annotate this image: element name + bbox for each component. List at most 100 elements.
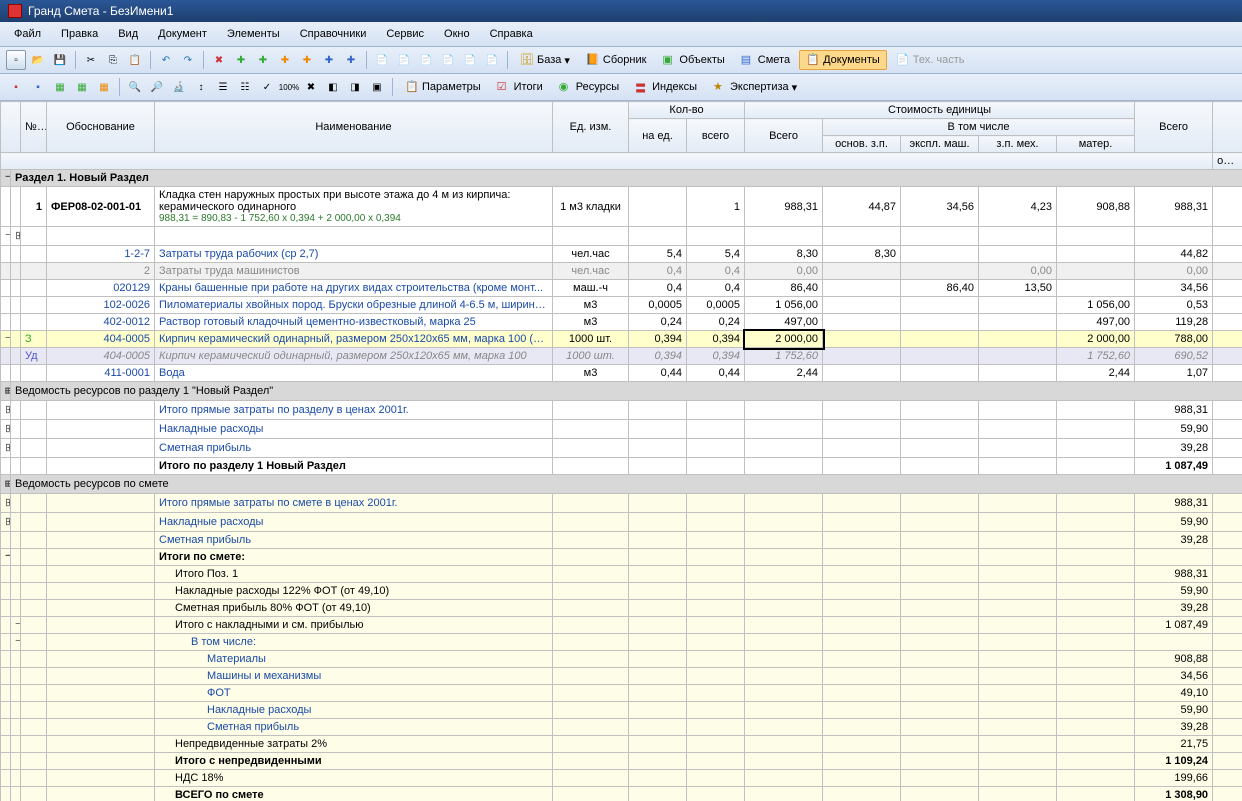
redo-icon[interactable]: ↷ xyxy=(178,50,198,70)
paste-icon[interactable]: 📋 xyxy=(125,50,145,70)
hdr-zp: з.п. мех. xyxy=(979,136,1057,153)
t12-icon[interactable]: ✓ xyxy=(257,77,277,97)
table-row[interactable]: Накладные расходы 122% ФОТ (от 49,10)59,… xyxy=(1,583,1242,600)
add-green-icon[interactable]: ✚ xyxy=(231,50,251,70)
table-row[interactable]: Материалы908,88 xyxy=(1,651,1242,668)
t4-icon[interactable]: ▦ xyxy=(72,77,92,97)
t11-icon[interactable]: ☷ xyxy=(235,77,255,97)
t16-icon[interactable]: ◨ xyxy=(345,77,365,97)
copy-icon[interactable]: ⎘ xyxy=(103,50,123,70)
new-icon[interactable]: ▫ xyxy=(6,50,26,70)
table-row[interactable]: НДС 18%199,66 xyxy=(1,770,1242,787)
table-row[interactable]: −Раздел 1. Новый Раздел xyxy=(1,170,1242,187)
undo-icon[interactable]: ↶ xyxy=(156,50,176,70)
menu-файл[interactable]: Файл xyxy=(6,25,49,43)
menu-сервис[interactable]: Сервис xyxy=(378,25,432,43)
menu-правка[interactable]: Правка xyxy=(53,25,106,43)
add-green2-icon[interactable]: ✚ xyxy=(253,50,273,70)
tech-button[interactable]: 📄Тех. часть xyxy=(889,50,972,70)
t10-icon[interactable]: ☰ xyxy=(213,77,233,97)
delete-icon[interactable]: ✖ xyxy=(209,50,229,70)
table-row[interactable]: Накладные расходы59,90 xyxy=(1,702,1242,719)
t7-icon[interactable]: 🔎 xyxy=(147,77,167,97)
t5-icon[interactable]: ▦ xyxy=(94,77,114,97)
table-row[interactable]: 020129Краны башенные при работе на други… xyxy=(1,280,1242,297)
table-row[interactable]: −⊞ xyxy=(1,227,1242,246)
table-row[interactable]: Непредвиденные затраты 2%21,75 xyxy=(1,736,1242,753)
table-row[interactable]: ⊞Ведомость ресурсов по смете xyxy=(1,475,1242,494)
doc3-icon[interactable]: 📄 xyxy=(416,50,436,70)
menu-bar: ФайлПравкаВидДокументЭлементыСправочники… xyxy=(0,22,1242,47)
doc6-icon[interactable]: 📄 xyxy=(482,50,502,70)
table-row[interactable]: ⊞Накладные расходы59,90 xyxy=(1,420,1242,439)
t2-icon[interactable]: ▪ xyxy=(28,77,48,97)
table-row[interactable]: Сметная прибыль39,28 xyxy=(1,719,1242,736)
doc5-icon[interactable]: 📄 xyxy=(460,50,480,70)
menu-справочники[interactable]: Справочники xyxy=(292,25,375,43)
add-blue-icon[interactable]: ✚ xyxy=(319,50,339,70)
menu-справка[interactable]: Справка xyxy=(482,25,541,43)
collection-button[interactable]: 📙Сборник xyxy=(579,50,654,70)
add-blue2-icon[interactable]: ✚ xyxy=(341,50,361,70)
save-icon[interactable]: 💾 xyxy=(50,50,70,70)
t9-icon[interactable]: ↕ xyxy=(191,77,211,97)
table-row[interactable]: −Итого с накладными и см. прибылью1 087,… xyxy=(1,617,1242,634)
t14-icon[interactable]: ✖ xyxy=(301,77,321,97)
t3-icon[interactable]: ▦ xyxy=(50,77,70,97)
t13-icon[interactable]: 100% xyxy=(279,77,299,97)
doc2-icon[interactable]: 📄 xyxy=(394,50,414,70)
table-row[interactable]: ⊞Итого прямые затраты по разделу в ценах… xyxy=(1,401,1242,420)
menu-документ[interactable]: Документ xyxy=(150,25,215,43)
doc4-icon[interactable]: 📄 xyxy=(438,50,458,70)
expertise-button[interactable]: ★Экспертиза ▾ xyxy=(706,77,804,97)
table-row[interactable]: ⊞Сметная прибыль39,28 xyxy=(1,439,1242,458)
resources-button[interactable]: ◉Ресурсы xyxy=(552,77,626,97)
table-row[interactable]: Итого по разделу 1 Новый Раздел1 087,49 xyxy=(1,458,1242,475)
hdr-name: Наименование xyxy=(155,102,553,153)
smeta-button[interactable]: ▤Смета xyxy=(734,50,797,70)
table-row[interactable]: Итого Поз. 1988,31 xyxy=(1,566,1242,583)
table-row[interactable]: 411-0001Водам30,440,442,442,441,07 xyxy=(1,365,1242,382)
totals-button[interactable]: ☑Итоги xyxy=(490,77,550,97)
documents-button[interactable]: 📋Документы xyxy=(799,50,887,70)
data-grid[interactable]: № п.п Обоснование Наименование Ед. изм. … xyxy=(0,101,1242,801)
t6-icon[interactable]: 🔍 xyxy=(125,77,145,97)
table-row[interactable]: Уд404-0005Кирпич керамический одинарный,… xyxy=(1,348,1242,365)
table-row[interactable]: 402-0012Раствор готовый кладочный цемент… xyxy=(1,314,1242,331)
separator xyxy=(366,51,367,69)
table-row[interactable]: −З404-0005Кирпич керамический одинарный,… xyxy=(1,331,1242,348)
expertise-icon: ★ xyxy=(713,80,727,94)
table-row[interactable]: Сметная прибыль 80% ФОТ (от 49,10)39,28 xyxy=(1,600,1242,617)
t8-icon[interactable]: 🔬 xyxy=(169,77,189,97)
table-row[interactable]: 1-2-7Затраты труда рабочих (ср 2,7)чел.ч… xyxy=(1,246,1242,263)
base-button[interactable]: 🗄База ▾ xyxy=(513,50,577,70)
open-icon[interactable]: 📂 xyxy=(28,50,48,70)
objects-button[interactable]: ▣Объекты xyxy=(655,50,731,70)
table-row[interactable]: ВСЕГО по смете1 308,90 xyxy=(1,787,1242,801)
indexes-button[interactable]: 〓Индексы xyxy=(628,77,704,97)
table-row[interactable]: 102-0026Пиломатериалы хвойных пород. Бру… xyxy=(1,297,1242,314)
menu-элементы[interactable]: Элементы xyxy=(219,25,288,43)
add-orange-icon[interactable]: ✚ xyxy=(275,50,295,70)
menu-вид[interactable]: Вид xyxy=(110,25,146,43)
t15-icon[interactable]: ◧ xyxy=(323,77,343,97)
separator xyxy=(119,78,120,96)
add-orange2-icon[interactable]: ✚ xyxy=(297,50,317,70)
table-row[interactable]: Машины и механизмы34,56 xyxy=(1,668,1242,685)
table-row[interactable]: 1ФЕР08-02-001-01Кладка стен наружных про… xyxy=(1,187,1242,227)
params-button[interactable]: 📋Параметры xyxy=(398,77,488,97)
table-row[interactable]: Сметная прибыль39,28 xyxy=(1,532,1242,549)
table-row[interactable]: ⊞Накладные расходы59,90 xyxy=(1,513,1242,532)
table-row[interactable]: −Итоги по смете: xyxy=(1,549,1242,566)
table-row[interactable]: ⊞Ведомость ресурсов по разделу 1 "Новый … xyxy=(1,382,1242,401)
table-row[interactable]: ФОТ49,10 xyxy=(1,685,1242,702)
table-row[interactable]: −В том числе: xyxy=(1,634,1242,651)
doc1-icon[interactable]: 📄 xyxy=(372,50,392,70)
table-row[interactable]: Итого с непредвиденными1 109,24 xyxy=(1,753,1242,770)
t1-icon[interactable]: ▪ xyxy=(6,77,26,97)
table-row[interactable]: 2Затраты труда машинистовчел.час0,40,40,… xyxy=(1,263,1242,280)
menu-окно[interactable]: Окно xyxy=(436,25,478,43)
table-row[interactable]: ⊞Итого прямые затраты по смете в ценах 2… xyxy=(1,494,1242,513)
cut-icon[interactable]: ✂ xyxy=(81,50,101,70)
t17-icon[interactable]: ▣ xyxy=(367,77,387,97)
